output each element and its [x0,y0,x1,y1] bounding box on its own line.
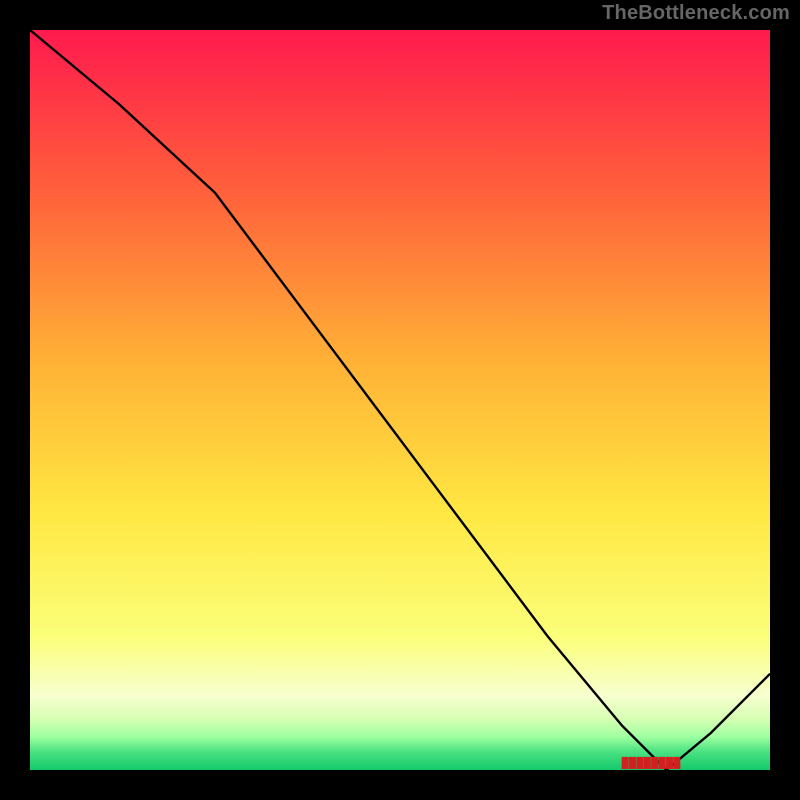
gradient-background [30,30,770,770]
plot-area: ████████ [30,30,770,770]
minimum-marker-label: ████████ [622,758,681,769]
chart-frame: TheBottleneck.com ████████ [0,0,800,800]
attribution-text: TheBottleneck.com [602,2,790,25]
chart-svg [30,30,770,770]
